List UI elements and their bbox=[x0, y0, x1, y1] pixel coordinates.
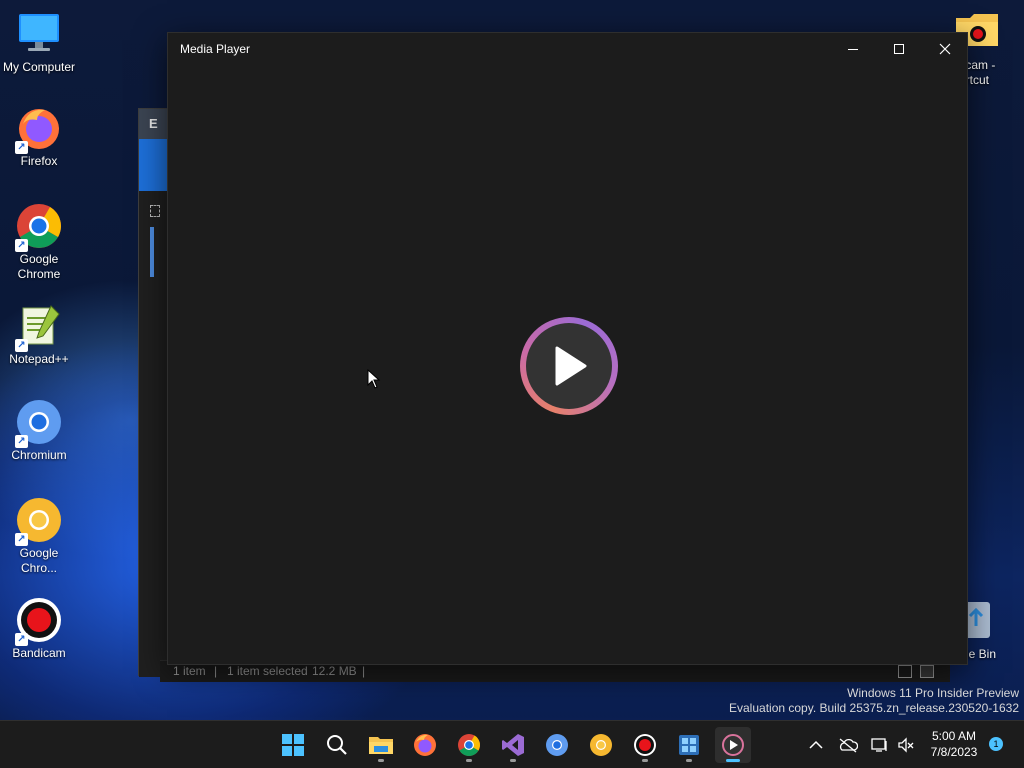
clock-date: 7/8/2023 bbox=[930, 745, 978, 759]
taskbar-bandicam[interactable] bbox=[627, 727, 663, 763]
folder-icon bbox=[369, 737, 393, 754]
play-button[interactable] bbox=[520, 317, 618, 415]
monitor-icon bbox=[15, 10, 63, 58]
running-indicator bbox=[510, 759, 516, 762]
tray-overflow-chevron-icon[interactable] bbox=[806, 735, 826, 755]
desktop-icon-label: Google Chro... bbox=[19, 546, 59, 575]
status-selected-size: 12.2 MB bbox=[312, 664, 357, 678]
desktop-icon-bandicam[interactable]: ↗ Bandicam bbox=[0, 596, 78, 661]
mouse-cursor-icon bbox=[367, 369, 381, 389]
shortcut-arrow-icon: ↗ bbox=[15, 239, 28, 252]
media-player-titlebar[interactable]: Media Player bbox=[168, 33, 967, 65]
media-player-window[interactable]: Media Player bbox=[167, 32, 968, 665]
close-icon bbox=[939, 43, 951, 55]
status-item-count: 1 item bbox=[173, 664, 206, 678]
large-icons-view-icon[interactable] bbox=[920, 665, 934, 678]
desktop-icon-label: Bandicam bbox=[12, 646, 66, 660]
status-separator: | bbox=[214, 664, 218, 678]
desktop-icon-label: Chromium bbox=[11, 448, 67, 462]
chrome-icon bbox=[458, 734, 480, 756]
bandicam-icon: ↗ bbox=[15, 596, 63, 646]
firefox-icon bbox=[414, 734, 436, 756]
taskbar-search-button[interactable] bbox=[319, 727, 355, 763]
watermark-line: Windows 11 Pro Insider Preview bbox=[847, 686, 1019, 700]
window-title: Media Player bbox=[180, 42, 251, 56]
chrome-canary-icon bbox=[590, 734, 612, 756]
taskbar-start-button[interactable] bbox=[275, 727, 311, 763]
taskbar-clock[interactable]: 5:00 AM 7/8/2023 bbox=[922, 728, 986, 760]
running-indicator bbox=[466, 759, 472, 762]
volume-muted-icon[interactable] bbox=[896, 735, 916, 755]
taskbar-media-player[interactable] bbox=[715, 727, 751, 763]
maximize-icon bbox=[894, 44, 904, 54]
taskbar-chrome-canary[interactable] bbox=[583, 727, 619, 763]
taskbar-chrome[interactable] bbox=[451, 727, 487, 763]
running-indicator bbox=[378, 759, 384, 762]
desktop-icon-notepadpp[interactable]: ↗ Notepad++ bbox=[0, 302, 78, 367]
checkbox-icon[interactable] bbox=[150, 205, 160, 217]
notepadpp-icon: ↗ bbox=[15, 302, 63, 352]
notification-badge[interactable]: 1 bbox=[989, 737, 1003, 751]
chromium-icon: ↗ bbox=[15, 398, 63, 448]
shortcut-arrow-icon: ↗ bbox=[15, 633, 28, 646]
desktop-icon-google-chrome[interactable]: ↗ Google Chrome bbox=[0, 202, 78, 282]
taskbar-visual-studio[interactable] bbox=[495, 727, 531, 763]
desktop-icon-label: Google Chrome bbox=[17, 252, 61, 281]
details-view-icon[interactable] bbox=[898, 665, 912, 678]
desktop-icon-chrome-canary[interactable]: ↗ Google Chro... bbox=[0, 496, 78, 576]
shortcut-arrow-icon: ↗ bbox=[15, 435, 28, 448]
shortcut-arrow-icon: ↗ bbox=[15, 141, 28, 154]
desktop-icon-firefox[interactable]: ↗ Firefox bbox=[0, 104, 78, 169]
desktop-icon-my-computer[interactable]: My Computer bbox=[0, 10, 78, 75]
windows-logo-icon bbox=[282, 734, 304, 756]
shortcut-arrow-icon: ↗ bbox=[15, 339, 28, 352]
status-separator: | bbox=[362, 664, 366, 678]
network-icon[interactable] bbox=[870, 735, 890, 755]
status-selected-count: 1 item selected bbox=[227, 664, 308, 678]
play-icon bbox=[555, 346, 587, 386]
desktop-icon-label: Notepad++ bbox=[9, 352, 69, 366]
taskbar-file-explorer[interactable] bbox=[363, 727, 399, 763]
chrome-icon: ↗ bbox=[15, 202, 63, 252]
taskbar: 5:00 AM 7/8/2023 1 bbox=[0, 720, 1024, 768]
evaluation-watermark: Windows 11 Pro Insider Preview Evaluatio… bbox=[729, 686, 1019, 716]
close-button[interactable] bbox=[922, 33, 968, 65]
desktop-icon-label: My Computer bbox=[2, 60, 76, 74]
running-indicator bbox=[686, 759, 692, 762]
active-indicator bbox=[726, 759, 740, 762]
running-indicator bbox=[642, 759, 648, 762]
minimize-icon bbox=[848, 48, 858, 50]
desktop-icon-label: Firefox bbox=[20, 154, 58, 168]
visual-studio-icon bbox=[502, 734, 524, 756]
bandicam-icon bbox=[634, 734, 656, 756]
shortcut-arrow-icon: ↗ bbox=[15, 533, 28, 546]
clock-time: 5:00 AM bbox=[931, 729, 977, 743]
windows-app-icon bbox=[679, 735, 699, 755]
desktop-icon-chromium[interactable]: ↗ Chromium bbox=[0, 398, 78, 463]
background-window-title: E bbox=[149, 116, 158, 131]
maximize-button[interactable] bbox=[876, 33, 922, 65]
media-player-icon bbox=[722, 734, 744, 756]
onedrive-offline-icon[interactable] bbox=[838, 735, 858, 755]
taskbar-firefox[interactable] bbox=[407, 727, 443, 763]
minimize-button[interactable] bbox=[830, 33, 876, 65]
chrome-canary-icon: ↗ bbox=[15, 496, 63, 546]
taskbar-chromium[interactable] bbox=[539, 727, 575, 763]
taskbar-windows-app[interactable] bbox=[671, 727, 707, 763]
selection-indicator bbox=[150, 227, 154, 277]
search-icon bbox=[327, 735, 347, 755]
watermark-line: Evaluation copy. Build 25375.zn_release.… bbox=[729, 701, 1019, 715]
chromium-icon bbox=[546, 734, 568, 756]
firefox-icon: ↗ bbox=[15, 104, 63, 154]
